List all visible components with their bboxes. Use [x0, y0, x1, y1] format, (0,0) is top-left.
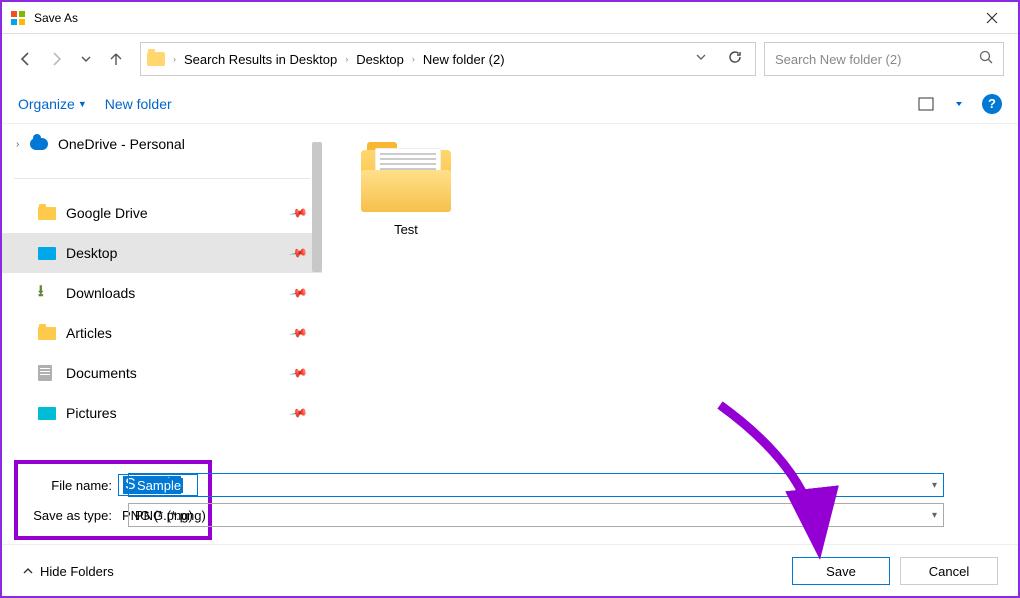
folder-item-test[interactable]: Test [346, 142, 466, 237]
tree-articles[interactable]: Articles 📌 [2, 313, 322, 353]
tree-onedrive[interactable]: › OneDrive - Personal [2, 124, 322, 164]
file-pane[interactable]: Test [322, 124, 1018, 454]
address-bar[interactable]: › Search Results in Desktop › Desktop › … [140, 42, 756, 76]
chevron-right-icon: › [345, 54, 348, 64]
document-icon [38, 365, 58, 381]
filename-input[interactable]: Sample ▾ [128, 473, 944, 497]
help-button[interactable]: ? [982, 94, 1002, 114]
form-area: File name: Sample Sample ▾ Save as type:… [2, 454, 1018, 544]
pictures-icon [38, 405, 58, 421]
tree-pictures[interactable]: Pictures 📌 [2, 393, 322, 433]
desktop-icon [38, 245, 58, 261]
search-box[interactable] [764, 42, 1004, 76]
save-button[interactable]: Save [792, 557, 890, 585]
hide-folders-toggle[interactable]: Hide Folders [22, 564, 114, 579]
title-bar: Save As [2, 2, 1018, 34]
view-dropdown[interactable] [954, 100, 964, 108]
crumb-2[interactable]: New folder (2) [420, 50, 508, 69]
chevron-right-icon: › [16, 139, 26, 150]
filename-label: File name: [24, 478, 118, 493]
chevron-down-icon[interactable]: ▾ [932, 510, 937, 521]
cloud-icon [30, 136, 50, 152]
pin-icon: 📌 [288, 323, 308, 343]
view-menu[interactable] [916, 97, 936, 111]
pin-icon: 📌 [288, 403, 308, 423]
tree-downloads[interactable]: ⭳ Downloads 📌 [2, 273, 322, 313]
back-button[interactable] [16, 49, 36, 69]
item-label: Test [394, 222, 418, 237]
app-icon [10, 10, 26, 26]
refresh-button[interactable] [721, 49, 749, 70]
breadcrumb: › Search Results in Desktop › Desktop › … [173, 50, 508, 69]
chevron-down-icon[interactable]: ▾ [932, 480, 937, 491]
scrollbar[interactable] [312, 142, 322, 272]
filename-row: File name: Sample Sample ▾ [24, 470, 198, 500]
tree-desktop[interactable]: Desktop 📌 [2, 233, 322, 273]
folder-icon [38, 325, 58, 341]
crumb-1[interactable]: Desktop [353, 50, 407, 69]
search-icon [979, 50, 993, 69]
folder-icon [38, 205, 58, 221]
folder-icon [361, 142, 451, 212]
address-dropdown[interactable] [689, 50, 713, 68]
tree-gdrive[interactable]: Google Drive 📌 [2, 193, 322, 233]
up-button[interactable] [106, 49, 126, 69]
pin-icon: 📌 [288, 203, 308, 223]
filetype-row: Save as type: PNG (*.png) PNG (*.png) ▾ [24, 500, 198, 530]
new-folder-button[interactable]: New folder [105, 96, 172, 112]
crumb-0[interactable]: Search Results in Desktop [181, 50, 340, 69]
tree-documents[interactable]: Documents 📌 [2, 353, 322, 393]
toolbar: Organize ▼ New folder ? [2, 84, 1018, 124]
folder-icon [147, 52, 165, 66]
pin-icon: 📌 [288, 363, 308, 383]
pin-icon: 📌 [288, 243, 308, 263]
cancel-button[interactable]: Cancel [900, 557, 998, 585]
filetype-label: Save as type: [24, 508, 118, 523]
main-area: › OneDrive - Personal Google Drive 📌 Des… [2, 124, 1018, 454]
organize-menu[interactable]: Organize ▼ [18, 96, 87, 112]
nav-bar: › Search Results in Desktop › Desktop › … [2, 34, 1018, 84]
footer: Hide Folders Save Cancel [2, 544, 1018, 597]
pin-icon: 📌 [288, 283, 308, 303]
forward-button[interactable] [46, 49, 66, 69]
nav-arrows [16, 49, 126, 69]
chevron-down-icon: ▼ [78, 99, 87, 109]
search-input[interactable] [775, 52, 979, 67]
annotation-highlight: File name: Sample Sample ▾ Save as type:… [14, 460, 212, 540]
recent-dropdown[interactable] [76, 49, 96, 69]
chevron-right-icon: › [173, 54, 176, 64]
download-icon: ⭳ [38, 285, 58, 301]
window-title: Save As [34, 11, 974, 25]
chevron-right-icon: › [412, 54, 415, 64]
close-button[interactable] [974, 2, 1010, 33]
chevron-up-icon [22, 565, 34, 577]
filetype-select[interactable]: PNG (*.png) ▾ [128, 503, 944, 527]
divider [14, 178, 310, 179]
close-icon [986, 12, 998, 24]
nav-tree: › OneDrive - Personal Google Drive 📌 Des… [2, 124, 322, 454]
